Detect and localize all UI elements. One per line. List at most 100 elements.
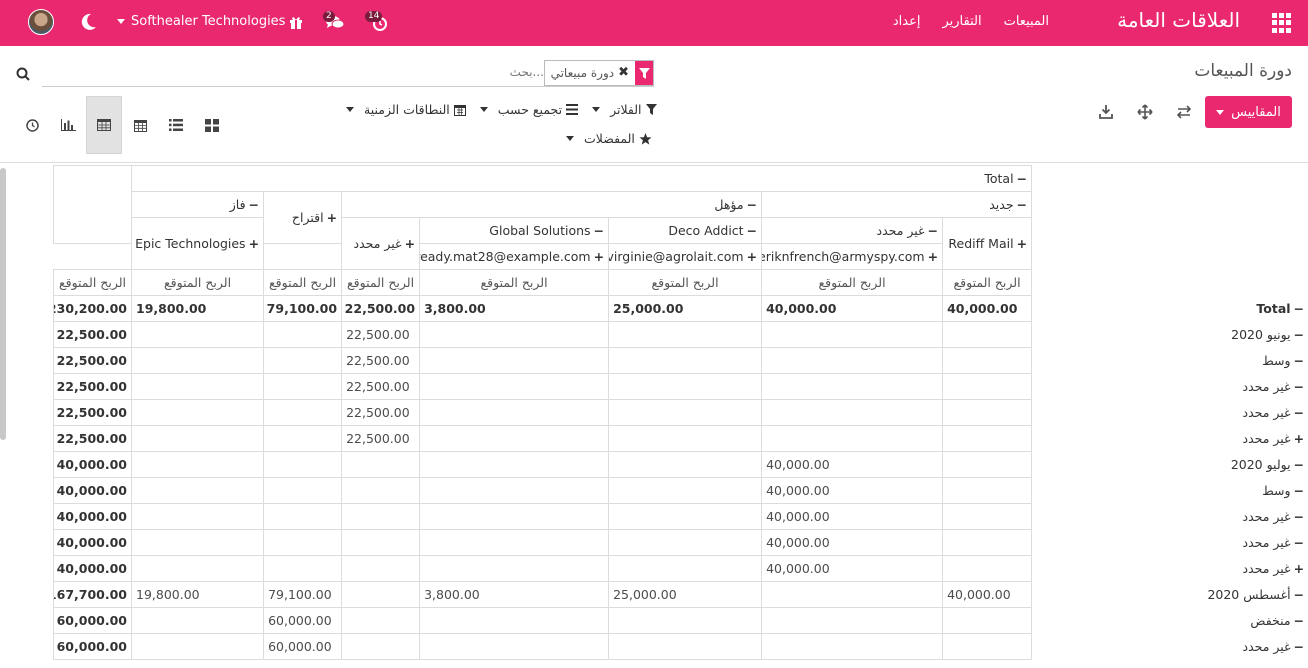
- collapse-row-icon[interactable]: −: [1294, 301, 1304, 316]
- collapse-row-icon[interactable]: −: [1294, 509, 1304, 524]
- pivot-cell[interactable]: [263, 503, 343, 530]
- pivot-cell[interactable]: [942, 503, 1033, 530]
- pivot-cell[interactable]: [608, 347, 763, 374]
- measure-header[interactable]: الربح المتوقع: [608, 269, 763, 296]
- row-header[interactable]: −غير محدد: [1031, 503, 1308, 530]
- collapse-row-icon[interactable]: −: [1294, 639, 1304, 654]
- row-header[interactable]: −غير محدد: [1031, 529, 1308, 556]
- pivot-cell[interactable]: [419, 321, 610, 348]
- pivot-cell[interactable]: 40,000.00: [761, 529, 944, 556]
- measure-header[interactable]: الربح المتوقع: [130, 269, 265, 296]
- remove-facet-icon[interactable]: ✖: [618, 61, 629, 85]
- pivot-cell[interactable]: 40,000.00: [942, 581, 1033, 608]
- list-view-button[interactable]: [158, 96, 194, 154]
- download-icon[interactable]: [1098, 104, 1114, 120]
- col-header-partner-undefined-2[interactable]: +غير محدد: [341, 217, 421, 270]
- pivot-cell[interactable]: [419, 555, 610, 582]
- user-avatar[interactable]: [28, 9, 54, 35]
- pivot-cell[interactable]: [608, 555, 763, 582]
- measure-header[interactable]: الربح المتوقع: [419, 269, 610, 296]
- row-header[interactable]: −Total: [1031, 295, 1308, 322]
- calendar-view-button[interactable]: [122, 96, 158, 154]
- pivot-cell[interactable]: 79,100.00: [263, 581, 343, 608]
- pivot-cell[interactable]: [608, 633, 763, 660]
- measure-header[interactable]: الربح المتوقع: [761, 269, 944, 296]
- col-header-partner-epic[interactable]: +Epic Technologies: [130, 217, 265, 270]
- pivot-cell[interactable]: [341, 529, 421, 556]
- pivot-cell[interactable]: [130, 607, 265, 634]
- pivot-cell[interactable]: [419, 399, 610, 426]
- pivot-cell[interactable]: [608, 503, 763, 530]
- pivot-cell[interactable]: [608, 451, 763, 478]
- measure-header[interactable]: الربح المتوقع: [341, 269, 421, 296]
- col-header-stage-new[interactable]: −جديد: [761, 191, 1033, 218]
- pivot-cell[interactable]: [130, 529, 265, 556]
- col-header-partner-global[interactable]: −Global Solutions: [419, 217, 610, 244]
- collapse-row-icon[interactable]: −: [1294, 405, 1304, 420]
- pivot-cell[interactable]: [419, 503, 610, 530]
- pivot-cell[interactable]: [419, 347, 610, 374]
- row-header[interactable]: +غير محدد: [1031, 425, 1308, 452]
- messaging-menu[interactable]: 2: [323, 11, 345, 31]
- pivot-cell[interactable]: 60,000.00: [263, 633, 343, 660]
- pivot-cell[interactable]: 79,100.00: [263, 295, 343, 322]
- pivot-cell[interactable]: [419, 451, 610, 478]
- pivot-cell[interactable]: [341, 477, 421, 504]
- pivot-cell[interactable]: [761, 399, 944, 426]
- measure-header[interactable]: الربح المتوقع: [53, 269, 132, 296]
- pivot-cell[interactable]: [942, 425, 1033, 452]
- pivot-cell[interactable]: [761, 321, 944, 348]
- collapse-row-icon[interactable]: −: [1294, 587, 1304, 602]
- pivot-cell[interactable]: [130, 425, 265, 452]
- row-header[interactable]: −غير محدد: [1031, 373, 1308, 400]
- flip-axis-icon[interactable]: [1176, 104, 1192, 120]
- pivot-cell[interactable]: 25,000.00: [608, 295, 763, 322]
- pivot-cell[interactable]: [942, 321, 1033, 348]
- col-header-email-virginie[interactable]: +virginie@agrolait.com: [608, 243, 763, 270]
- pivot-cell[interactable]: [608, 399, 763, 426]
- pivot-cell[interactable]: 40,000.00: [53, 555, 132, 582]
- col-header-total[interactable]: −Total: [130, 165, 1033, 192]
- measure-header[interactable]: الربح المتوقع: [263, 269, 343, 296]
- pivot-cell[interactable]: 3,800.00: [419, 581, 610, 608]
- pivot-cell[interactable]: 60,000.00: [53, 607, 132, 634]
- pivot-cell[interactable]: 22,500.00: [341, 399, 421, 426]
- pivot-cell[interactable]: 40,000.00: [761, 451, 944, 478]
- activity-menu[interactable]: 14: [365, 11, 389, 33]
- measure-header[interactable]: الربح المتوقع: [942, 269, 1033, 296]
- pivot-cell[interactable]: [942, 607, 1033, 634]
- pivot-cell[interactable]: [263, 425, 343, 452]
- pivot-cell[interactable]: [341, 451, 421, 478]
- apps-menu-icon[interactable]: [1272, 13, 1292, 33]
- pivot-cell[interactable]: [608, 607, 763, 634]
- pivot-cell[interactable]: [341, 607, 421, 634]
- col-header-partner-rediff[interactable]: +Rediff Mail: [942, 217, 1033, 270]
- menu-item-sales[interactable]: المبيعات: [1004, 14, 1049, 29]
- row-header[interactable]: +غير محدد: [1031, 555, 1308, 582]
- pivot-cell[interactable]: [761, 373, 944, 400]
- pivot-view-button[interactable]: [86, 96, 122, 154]
- pivot-cell[interactable]: [608, 321, 763, 348]
- pivot-cell[interactable]: [608, 529, 763, 556]
- pivot-cell[interactable]: [419, 607, 610, 634]
- pivot-cell[interactable]: 22,500.00: [53, 373, 132, 400]
- pivot-cell[interactable]: [130, 503, 265, 530]
- pivot-cell[interactable]: 22,500.00: [341, 347, 421, 374]
- pivot-cell[interactable]: 60,000.00: [263, 607, 343, 634]
- measures-button[interactable]: المقاييس: [1205, 96, 1292, 128]
- collapse-row-icon[interactable]: −: [1294, 457, 1304, 472]
- pivot-cell[interactable]: [942, 555, 1033, 582]
- pivot-cell[interactable]: [608, 477, 763, 504]
- pivot-cell[interactable]: 40,000.00: [53, 529, 132, 556]
- search-input[interactable]: [344, 65, 544, 79]
- pivot-cell[interactable]: [761, 425, 944, 452]
- collapse-row-icon[interactable]: −: [1294, 483, 1304, 498]
- kanban-view-button[interactable]: [194, 96, 230, 154]
- collapse-row-icon[interactable]: −: [1294, 535, 1304, 550]
- favorites-dropdown[interactable]: المفضلات: [566, 131, 652, 146]
- pivot-cell[interactable]: 40,000.00: [761, 295, 944, 322]
- collapse-row-icon[interactable]: −: [1294, 353, 1304, 368]
- col-header-email-ready[interactable]: +ready.mat28@example.com: [419, 243, 610, 270]
- pivot-cell[interactable]: [761, 633, 944, 660]
- pivot-cell[interactable]: [130, 321, 265, 348]
